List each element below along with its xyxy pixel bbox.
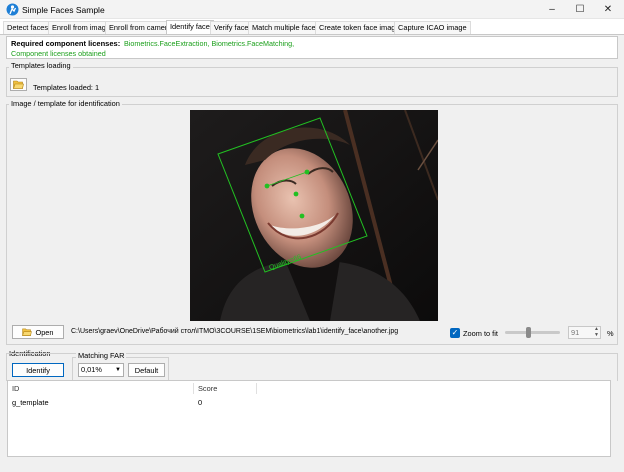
close-icon[interactable]: ✕: [594, 0, 622, 19]
templates-group-label: Templates loading: [9, 61, 73, 70]
tab-strip: Detect faces Enroll from image Enroll fr…: [0, 20, 624, 34]
tab-verify-face[interactable]: Verify face: [210, 21, 253, 34]
zoom-to-fit-checkbox[interactable]: ✓: [450, 328, 460, 338]
results-table: ID Score g_template 0: [7, 380, 611, 457]
open-button[interactable]: Open: [12, 325, 64, 339]
identify-button[interactable]: Identify: [12, 363, 64, 377]
default-button[interactable]: Default: [128, 363, 165, 377]
zoom-unit: %: [607, 329, 614, 338]
license-list: Biometrics.FaceExtraction, Biometrics.Fa…: [124, 39, 295, 48]
tab-create-token-face-image[interactable]: Create token face image: [315, 21, 404, 34]
maximize-icon[interactable]: ☐: [566, 0, 594, 19]
zoom-slider-thumb[interactable]: [526, 327, 531, 338]
tab-identify-face[interactable]: Identify face: [166, 20, 214, 34]
row-score: 0: [198, 398, 203, 407]
face-image: Quality=66: [190, 110, 438, 321]
tab-capture-icao-image[interactable]: Capture ICAO image: [394, 21, 471, 34]
load-templates-button[interactable]: [10, 78, 27, 91]
column-divider: [256, 383, 257, 394]
chevron-down-icon: ▼: [115, 367, 121, 373]
identify-button-label: Identify: [26, 365, 50, 375]
title-bar: Simple Faces Sample – ☐ ✕: [0, 0, 624, 19]
column-header-score[interactable]: Score: [198, 384, 217, 393]
zoom-to-fit-label: Zoom to fit: [463, 329, 498, 338]
matching-far-select[interactable]: 0,01% ▼: [78, 363, 124, 377]
templates-loaded-count: 1: [95, 83, 100, 92]
tab-match-multiple-faces[interactable]: Match multiple faces: [248, 21, 324, 34]
license-status: Component licenses obtained: [11, 49, 106, 58]
templates-group: [6, 67, 618, 97]
zoom-value-input[interactable]: 91 ▲ ▼: [568, 326, 601, 339]
default-button-label: Default: [134, 365, 159, 375]
window-title: Simple Faces Sample: [22, 5, 105, 15]
folder-open-icon: [13, 80, 24, 89]
image-group-label: Image / template for identification: [9, 99, 122, 108]
folder-open-icon: [22, 328, 33, 336]
templates-loaded-label: Templates loaded:: [33, 83, 93, 92]
license-label: Required component licenses:: [11, 39, 121, 48]
minimize-icon[interactable]: –: [538, 0, 566, 19]
open-button-label: Open: [35, 327, 54, 337]
zoom-value: 91: [571, 328, 580, 337]
zoom-slider-track[interactable]: [505, 331, 560, 334]
tab-detect-faces[interactable]: Detect faces: [3, 21, 53, 34]
tab-enroll-from-camera[interactable]: Enroll from camera: [105, 21, 176, 34]
matching-far-value: 0,01%: [81, 365, 102, 374]
column-header-id[interactable]: ID: [12, 384, 19, 393]
app-icon: [6, 3, 19, 16]
license-panel: Required component licenses: Biometrics.…: [6, 36, 618, 59]
row-id: g_template: [12, 398, 49, 407]
matching-far-label: Matching FAR: [76, 351, 127, 360]
column-divider: [193, 383, 194, 394]
spin-arrows-icon[interactable]: ▲ ▼: [594, 326, 599, 338]
file-path: C:\Users\graev\OneDrive\Рабочий стол\ITM…: [71, 328, 399, 335]
